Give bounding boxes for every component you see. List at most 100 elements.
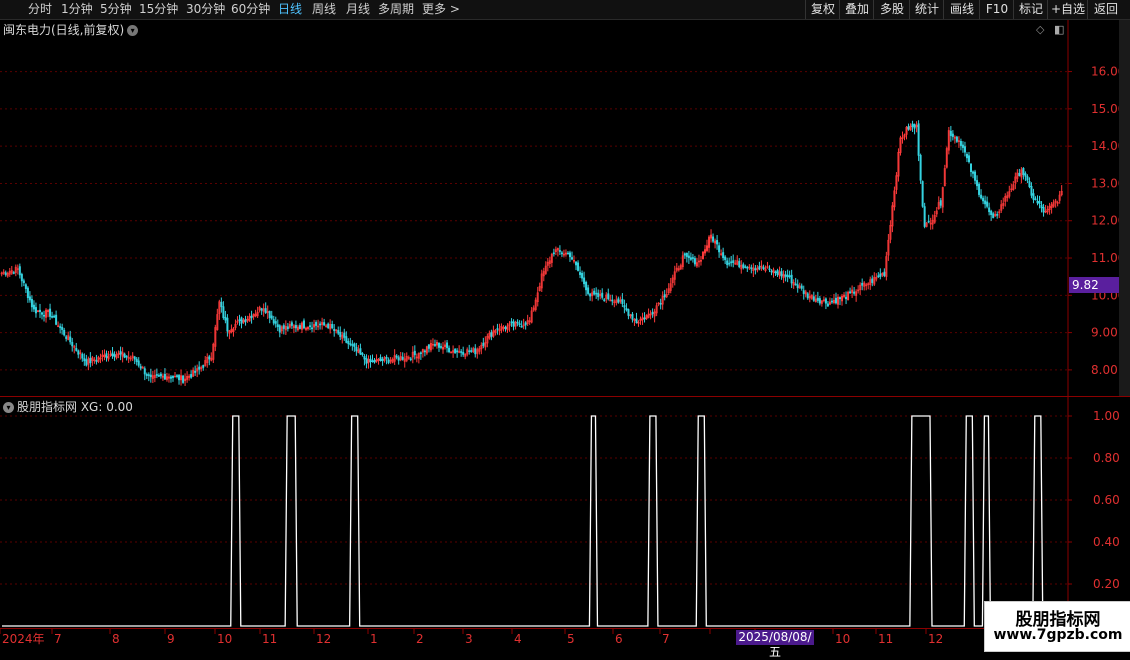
candle-body (689, 257, 692, 260)
chevron-down-icon[interactable]: ▾ (127, 25, 139, 36)
candlestick-series (0, 120, 1063, 386)
layout-toggle-icon[interactable]: ◧ (1054, 23, 1064, 36)
candle-body (976, 180, 979, 187)
candle-body (448, 347, 451, 353)
candle-body (163, 373, 166, 380)
diamond-icon[interactable]: ◇ (1036, 23, 1044, 36)
period-tab-2[interactable]: 5分钟 (100, 1, 132, 18)
candle-body (75, 348, 78, 351)
candle-body (43, 314, 46, 317)
candle-body (589, 293, 592, 297)
candle-body (883, 271, 886, 276)
candle-body (607, 293, 610, 300)
candle-body (806, 293, 809, 299)
period-tab-8[interactable]: 月线 (346, 1, 370, 18)
candle-body (794, 283, 797, 286)
candle-body (603, 299, 606, 301)
watermark-badge: 股朋指标网 www.7gpzb.com (984, 601, 1130, 652)
toolbar-button-4[interactable]: 画线 (943, 0, 980, 19)
period-tab-6[interactable]: 日线 (278, 1, 302, 18)
candle-body (157, 375, 160, 377)
period-tab-0[interactable]: 分时 (28, 1, 52, 18)
candle-body (194, 370, 197, 373)
candle-body (496, 328, 499, 330)
candle-body (359, 348, 362, 355)
candle-body (490, 332, 493, 337)
period-tab-9[interactable]: 多周期 (378, 1, 414, 18)
toolbar-button-3[interactable]: 统计 (909, 0, 944, 19)
candle-body (1038, 201, 1041, 204)
candle-body (397, 357, 400, 361)
candle-body (198, 366, 201, 370)
candle-body (816, 297, 819, 301)
candle-body (137, 360, 140, 366)
candle-body (728, 262, 731, 265)
right-side-column (1119, 20, 1130, 396)
candle-body (635, 318, 638, 323)
candle-body (1040, 204, 1043, 209)
period-tab-10[interactable]: 更多 > (422, 1, 460, 18)
candle-body (623, 305, 626, 308)
indicator-title[interactable]: ▾ 股朋指标网 XG: 0.00 (3, 398, 133, 415)
candle-body (409, 358, 412, 361)
candle-body (845, 296, 848, 300)
candle-body (63, 329, 66, 336)
candle-body (149, 374, 152, 378)
candle-body (178, 375, 181, 381)
candle-body (302, 320, 305, 329)
candle-body (917, 123, 920, 156)
toolbar-button-1[interactable]: 叠加 (839, 0, 874, 19)
candle-body (768, 268, 771, 270)
indicator-y-tick-label: 0.60 (1093, 493, 1120, 507)
candle-body (693, 258, 696, 265)
candle-body (4, 272, 7, 275)
candle-body (18, 266, 21, 276)
chevron-down-icon[interactable]: ▾ (3, 402, 14, 413)
candle-body (482, 342, 485, 346)
candle-body (790, 274, 793, 284)
candle-body (387, 359, 390, 363)
candle-body (839, 297, 842, 300)
candle-body (566, 252, 569, 255)
candle-body (585, 282, 588, 291)
period-tab-4[interactable]: 30分钟 (186, 1, 225, 18)
candle-body (345, 336, 348, 343)
candle-body (238, 319, 241, 321)
candle-body (143, 368, 146, 375)
toolbar-button-0[interactable]: 复权 (805, 0, 840, 19)
candle-body (250, 315, 253, 319)
candle-body (963, 146, 966, 153)
candle-body (355, 346, 358, 352)
period-tab-3[interactable]: 15分钟 (139, 1, 178, 18)
candle-body (651, 312, 654, 315)
candle-body (716, 240, 719, 245)
candle-body (361, 353, 364, 355)
period-tab-5[interactable]: 60分钟 (231, 1, 270, 18)
side-panel-strip[interactable] (1119, 20, 1130, 396)
candle-body (327, 323, 330, 328)
candle-body (315, 322, 318, 326)
toolbar-button-6[interactable]: 标记 (1013, 0, 1048, 19)
candle-body (871, 278, 874, 283)
period-tab-1[interactable]: 1分钟 (61, 1, 93, 18)
candle-body (575, 261, 578, 266)
period-tab-7[interactable]: 周线 (312, 1, 336, 18)
main-y-axis: 8.009.0010.0011.0012.0013.0014.0015.0016… (1068, 65, 1125, 377)
indicator-y-tick-label: 1.00 (1093, 409, 1120, 423)
stock-title-label: 闽东电力(日线,前复权) (3, 23, 125, 37)
candle-body (750, 267, 753, 270)
candle-body (1026, 176, 1029, 181)
candle-body (597, 292, 600, 298)
candle-body (95, 360, 98, 362)
toolbar-button-8[interactable]: 返回 (1087, 0, 1124, 19)
candle-body (965, 153, 968, 159)
toolbar-button-2[interactable]: 多股 (873, 0, 910, 19)
toolbar-button-5[interactable]: F10 (979, 0, 1014, 19)
candle-body (123, 353, 126, 358)
x-tick-label: 10 (217, 632, 232, 646)
toolbar-button-7[interactable]: +自选 (1047, 0, 1088, 19)
main-chart-title[interactable]: 闽东电力(日线,前复权) ▾ (3, 21, 139, 38)
candle-body (339, 332, 342, 337)
candle-body (907, 126, 910, 130)
candle-body (290, 322, 293, 326)
